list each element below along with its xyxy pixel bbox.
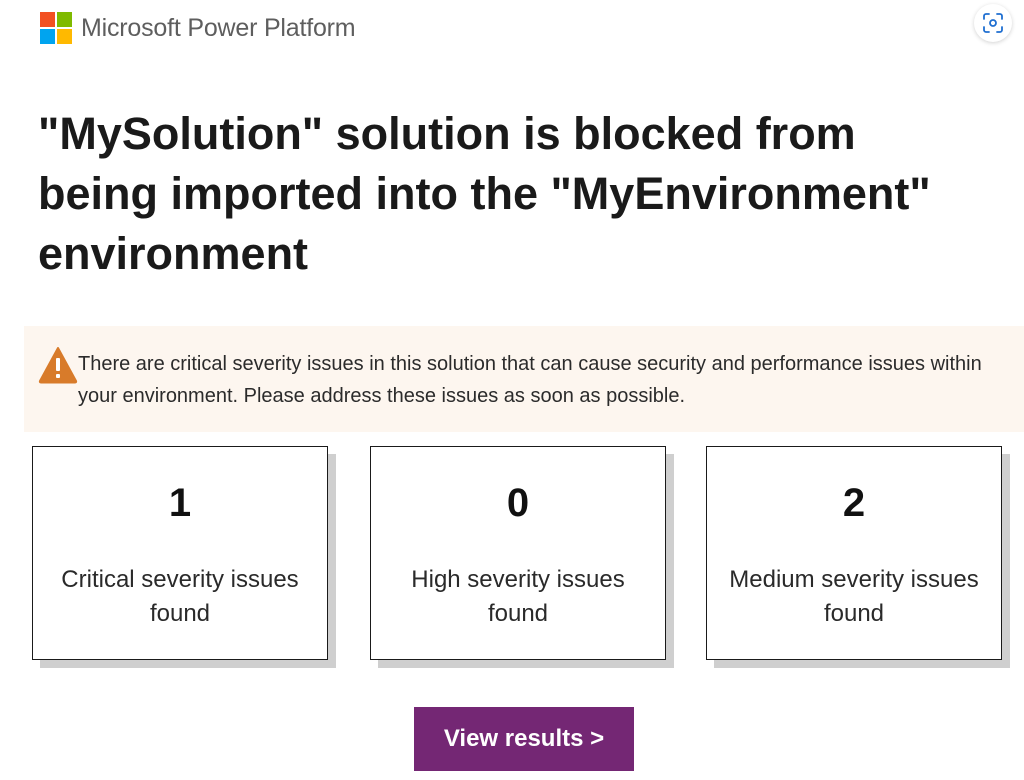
warning-message: There are critical severity issues in th…: [78, 353, 982, 407]
view-results-button[interactable]: View results >: [414, 707, 634, 771]
warning-icon: [38, 347, 78, 384]
visual-search-icon: [983, 13, 1003, 33]
high-issues-label: High severity issues found: [411, 566, 625, 627]
brand-header: Microsoft Power Platform: [40, 12, 356, 44]
critical-issues-label: Critical severity issues found: [61, 566, 299, 627]
high-issues-count: 0: [506, 481, 530, 525]
medium-issues-label: Medium severity issues found: [729, 566, 979, 627]
brand-name: Microsoft Power Platform: [81, 13, 356, 42]
critical-issues-count: 1: [168, 481, 192, 525]
page-title: "MySolution" solution is blocked from be…: [38, 108, 931, 279]
medium-issues-card: 2 Medium severity issues found: [706, 446, 1002, 660]
visual-search-button[interactable]: [974, 4, 1012, 42]
high-issues-card: 0 High severity issues found: [370, 446, 666, 660]
critical-issues-card: 1 Critical severity issues found: [32, 446, 328, 660]
microsoft-logo: [40, 12, 72, 44]
page: Microsoft Power Platform "MySolution" so…: [0, 0, 1024, 780]
medium-issues-count: 2: [842, 481, 866, 525]
warning-banner: There are critical severity issues in th…: [24, 326, 1024, 432]
